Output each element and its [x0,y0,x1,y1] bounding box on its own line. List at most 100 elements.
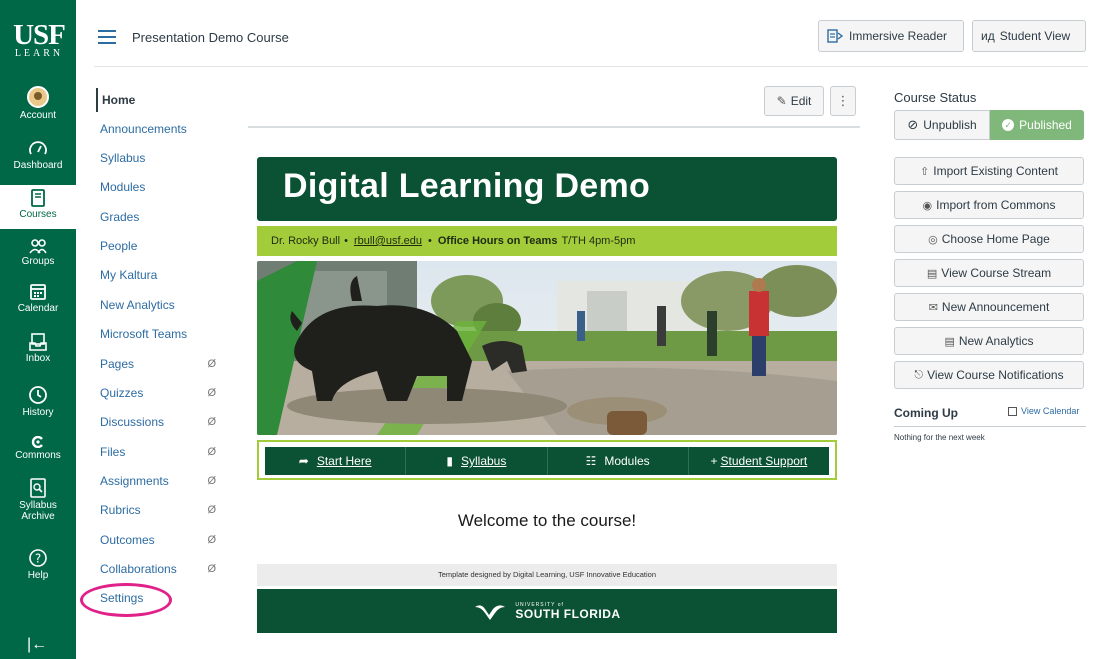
course-nav-new-analytics[interactable]: New Analytics [96,293,226,317]
analytics-icon: ▤ [944,335,955,348]
published-button[interactable]: ✓ Published [990,110,1084,140]
campus-bull-statue-photo [257,261,837,435]
coming-up-empty-text: Nothing for the next week [894,433,985,442]
page-header: Presentation Demo Course Immersive Reade… [76,0,1096,70]
choose-home-page-button[interactable]: ◎ Choose Home Page [894,225,1084,253]
global-nav-label: Inbox [25,353,51,364]
edit-button[interactable]: ✎ Edit [764,86,824,116]
course-nav-microsoft-teams[interactable]: Microsoft Teams [96,322,226,346]
course-nav-pages[interactable]: Pages Ø [96,352,226,376]
stream-icon: ▤ [926,267,938,280]
pencil-icon: ✎ [776,94,787,108]
global-nav-history[interactable]: History [0,385,76,418]
content-divider [248,126,860,128]
course-nav-label: Rubrics [100,503,141,517]
course-nav-assignments[interactable]: Assignments Ø [96,469,226,493]
student-support-link[interactable]: + Student Support [689,447,829,475]
course-nav-discussions[interactable]: Discussions Ø [96,410,226,434]
course-nav-label: Pages [100,357,135,371]
dashboard-icon [29,141,47,155]
import-from-commons-button[interactable]: ◉ Import from Commons [894,191,1084,219]
course-nav-files[interactable]: Files Ø [96,440,226,464]
view-course-stream-button[interactable]: ▤ View Course Stream [894,259,1084,287]
course-nav-modules[interactable]: Modules [96,175,226,199]
action-label: Import from Commons [936,198,1056,212]
global-nav-help[interactable]: ? Help [0,548,76,581]
syllabus-archive-icon [30,478,46,498]
global-nav-courses[interactable]: Courses [0,185,76,229]
logo-usf-text: USF [13,19,66,51]
more-options-button[interactable]: ⋮ [830,86,856,116]
course-nav-home[interactable]: Home [96,88,226,112]
commons-icon: ◉ [922,199,933,212]
hidden-eye-icon: Ø [207,446,216,458]
course-nav-people[interactable]: People [96,234,226,258]
bullet-separator: • [427,235,432,247]
global-nav-dashboard[interactable]: Dashboard [0,140,76,171]
plus-icon: + [710,454,718,468]
hamburger-menu-icon[interactable] [98,30,116,48]
modules-icon: ☷ [585,454,597,468]
quick-link-label: Syllabus [461,454,507,468]
course-nav-rubrics[interactable]: Rubrics Ø [96,498,226,522]
global-nav-syllabus-archive[interactable]: Syllabus Archive [0,478,76,522]
usf-learn-logo[interactable]: USF LEARN [4,19,74,60]
new-analytics-button[interactable]: ▤ New Analytics [894,327,1084,355]
course-nav-label: Discussions [100,415,165,429]
view-calendar-link[interactable]: View Calendar [1008,406,1079,416]
course-nav-label: Quizzes [100,386,144,400]
global-nav-inbox[interactable]: Inbox [0,333,76,364]
course-nav-collaborations[interactable]: Collaborations Ø [96,557,226,581]
course-banner: Digital Learning Demo [257,157,837,221]
action-label: New Announcement [941,300,1050,314]
quick-link-label: Student Support [720,454,808,468]
course-nav-label: Microsoft Teams [100,327,188,341]
new-announcement-button[interactable]: ✉ New Announcement [894,293,1084,321]
import-existing-content-button[interactable]: ⇧ Import Existing Content [894,157,1084,185]
hidden-eye-icon: Ø [207,563,216,575]
instructor-name: Dr. Rocky Bull [271,235,341,247]
start-here-link[interactable]: ➦ Start Here [265,447,407,475]
action-label: Choose Home Page [941,232,1050,246]
global-nav-account[interactable]: Account [0,86,76,121]
course-nav-label: Files [100,445,126,459]
global-nav-commons[interactable]: Commons [0,436,76,461]
immersive-reader-button[interactable]: Immersive Reader [818,20,964,52]
student-view-button[interactable]: ид Student View [972,20,1086,52]
syllabus-link[interactable]: ▮ Syllabus [406,447,548,475]
usf-footer-logo: UNIVERSITY of SOUTH FLORIDA [257,589,837,633]
calendar-icon [30,284,46,300]
coming-up-heading: Coming Up [894,406,958,420]
collapse-arrow-icon[interactable]: |← [27,636,47,654]
breadcrumb[interactable]: Presentation Demo Course [132,30,289,45]
global-nav-label: Courses [19,209,57,220]
arrow-share-icon: ➦ [298,454,309,468]
course-nav-syllabus[interactable]: Syllabus [96,146,226,170]
student-view-label: Student View [999,29,1071,43]
unpublish-button[interactable]: ⊘ Unpublish [894,110,990,140]
instructor-info-bar: Dr. Rocky Bull • rbull@usf.edu • Office … [257,226,837,256]
course-nav-outcomes[interactable]: Outcomes Ø [96,528,226,552]
course-nav-grades[interactable]: Grades [96,205,226,229]
course-nav-label: People [100,239,138,253]
modules-link[interactable]: ☷ Modules [548,447,689,475]
footer-south-florida: SOUTH FLORIDA [515,606,621,621]
global-nav-groups[interactable]: Groups [0,238,76,267]
global-nav-calendar[interactable]: Calendar [0,283,76,314]
global-navigation: USF LEARN Account Dashboard Courses Grou… [0,0,76,659]
global-nav-label: Syllabus [19,500,57,511]
bull-horns-logo-icon [475,605,506,620]
immersive-reader-label: Immersive Reader [849,29,948,43]
course-nav-quizzes[interactable]: Quizzes Ø [96,381,226,405]
instructor-email-link[interactable]: rbull@usf.edu [354,235,422,247]
action-label: New Analytics [958,334,1034,348]
course-nav-my-kaltura[interactable]: My Kaltura [96,263,226,287]
megaphone-icon: ✉ [928,301,938,314]
view-course-notifications-button[interactable]: ⎋ View Course Notifications [894,361,1084,389]
course-nav-announcements[interactable]: Announcements [96,117,226,141]
check-circle-icon: ✓ [1002,119,1015,131]
hidden-eye-icon: Ø [207,387,216,399]
header-divider [94,66,1088,67]
quick-link-label: Start Here [316,454,372,468]
import-icon: ⇧ [920,165,930,178]
